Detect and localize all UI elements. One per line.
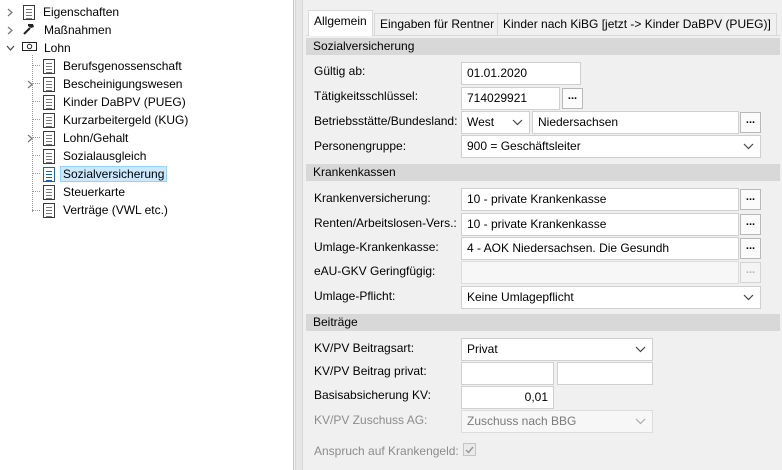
expand-chevron-icon[interactable] [4,21,16,39]
gueltig-ab-label: Gültig ab: [314,64,366,78]
tree-item-label: Verträge (VWL etc.) [63,203,168,217]
document-icon [43,148,55,164]
anspruch-krankengeld-checkbox [463,443,476,456]
expand-chevron-icon[interactable] [24,129,36,147]
kvpv-beitragsart-label: KV/PV Beitragsart: [314,341,415,355]
hammer-icon [22,22,36,38]
region-select-value: West [467,115,495,129]
kvpv-zuschuss-label: KV/PV Zuschuss AG: [314,413,428,427]
tree-item-massnahmen[interactable]: Maßnahmen [22,21,114,39]
taetigkeitsschluessel-input[interactable]: 714029921 [461,87,560,110]
bundesland-input[interactable]: Niedersachsen [532,111,739,134]
tree-item-label: Steuerkarte [63,185,126,199]
document-icon [43,166,55,182]
anspruch-krankengeld-label: Anspruch auf Krankengeld: [314,444,459,458]
tree-item-label: Berufsgenossenschaft [63,59,182,73]
money-icon [22,40,37,56]
checkmark-icon [465,446,474,454]
kvpv-beitragsart-select[interactable]: Privat [461,338,653,361]
umlage-pflicht-label: Umlage-Pflicht: [314,289,396,303]
section-header-krankenkassen: Krankenkassen [306,164,780,181]
tree-item-lohn[interactable]: Lohn [22,39,74,57]
tree-item-label: Kinder DaBPV (PUEG) [63,95,186,109]
tree-item-label: Lohn/Gehalt [63,131,129,145]
region-select[interactable]: West [461,111,530,134]
section-header-beitraege: Beiträge [306,314,780,331]
multi-document-icon [23,3,39,20]
krankenversicherung-lookup-button[interactable]: ... [740,189,761,210]
navigation-tree: Eigenschaften Maßnahmen Lohn Berufsgenos… [0,0,294,470]
tab-eingaben-rentner[interactable]: Eingaben für Rentner [374,13,501,35]
multi-document-icon [43,75,59,92]
kvpv-beitrag-privat-pv-input[interactable] [557,362,653,385]
umlage-krankenkasse-lookup-button[interactable]: ... [740,238,761,259]
section-header-sozialversicherung: Sozialversicherung [306,38,780,55]
bundesland-lookup-button[interactable]: ... [740,112,761,133]
eau-gkv-lookup-button: ... [740,262,761,283]
chevron-down-icon [743,136,754,157]
personengruppe-select-value: 900 = Geschäftsleiter [467,139,581,153]
expand-chevron-icon[interactable] [24,75,36,93]
gueltig-ab-input[interactable]: 01.01.2020 [461,62,581,85]
betriebsstaette-label: Betriebsstätte/Bundesland: [314,114,458,128]
umlage-krankenkasse-input[interactable]: 4 - AOK Niedersachsen. Die Gesundh [461,237,739,260]
kvpv-zuschuss-select-value: Zuschuss nach BBG [467,414,577,428]
tab-content-allgemein: Sozialversicherung Gültig ab: 01.01.2020… [306,35,780,467]
tree-item-lohn-gehalt[interactable]: Lohn/Gehalt [42,129,131,147]
tree-item-steuerkarte[interactable]: Steuerkarte [42,183,128,201]
tab-allgemein[interactable]: Allgemein [308,10,373,36]
detail-panel: Allgemein Eingaben für Rentner Kinder na… [304,0,782,470]
eau-gkv-input [461,261,739,284]
chevron-down-icon [512,112,523,133]
kvpv-beitragsart-select-value: Privat [467,342,498,356]
panel-splitter[interactable] [295,0,303,470]
kvpv-beitrag-privat-kv-input[interactable] [461,362,554,385]
personengruppe-select[interactable]: 900 = Geschäftsleiter [461,135,761,158]
tab-kinder-kibg[interactable]: Kinder nach KiBG [jetzt -> Kinder DaBPV … [497,13,777,35]
chevron-down-icon [743,287,754,308]
basisabsicherung-label: Basisabsicherung KV: [314,388,431,402]
document-icon [43,112,55,128]
umlage-pflicht-select[interactable]: Keine Umlagepflicht [461,286,761,309]
collapse-chevron-icon[interactable] [4,39,16,57]
tree-item-label: Kurzarbeitergeld (KUG) [63,113,189,127]
renten-arbeitslosen-label: Renten/Arbeitslosen-Vers.: [314,216,457,230]
document-icon [43,58,55,74]
document-icon [43,94,55,110]
personengruppe-label: Personengruppe: [314,139,407,153]
renten-arbeitslosen-lookup-button[interactable]: ... [740,214,761,235]
tree-item-label: Bescheinigungswesen [63,77,183,91]
tree-item-label: Maßnahmen [44,23,112,37]
umlage-pflicht-select-value: Keine Umlagepflicht [467,290,574,304]
document-icon [43,184,55,200]
tree-item-label: Sozialversicherung [60,166,168,182]
eau-gkv-label: eAU-GKV Geringfügig: [314,264,436,278]
taetigkeitsschluessel-label: Tätigkeitsschlüssel: [314,89,419,103]
chevron-down-icon [635,339,646,360]
tree-item-kurzarbeitergeld[interactable]: Kurzarbeitergeld (KUG) [42,111,191,129]
tree-item-vertraege[interactable]: Verträge (VWL etc.) [42,201,171,219]
tree-item-label: Eigenschaften [43,5,120,19]
tree-item-bescheinigungswesen[interactable]: Bescheinigungswesen [42,75,185,93]
basisabsicherung-input[interactable]: 0,01 [461,386,554,409]
tree-item-label: Sozialausgleich [63,149,147,163]
tree-item-label: Lohn [44,41,71,55]
kvpv-zuschuss-select: Zuschuss nach BBG [461,410,653,433]
tree-item-kinder-dabpv[interactable]: Kinder DaBPV (PUEG) [42,93,189,111]
document-icon [43,202,55,218]
renten-arbeitslosen-input[interactable]: 10 - private Krankenkasse [461,213,739,236]
tree-item-berufsgenossenschaft[interactable]: Berufsgenossenschaft [42,57,185,75]
chevron-down-icon [635,411,646,432]
tree-item-sozialversicherung[interactable]: Sozialversicherung [42,165,168,183]
tab-bar: Allgemein Eingaben für Rentner Kinder na… [304,10,782,36]
expand-chevron-icon[interactable] [4,3,16,21]
taetigkeitsschluessel-lookup-button[interactable]: ... [562,88,583,109]
kvpv-beitrag-privat-label: KV/PV Beitrag privat: [314,364,427,378]
multi-document-icon [43,129,59,146]
tree-item-eigenschaften[interactable]: Eigenschaften [22,3,122,21]
tree-item-sozialausgleich[interactable]: Sozialausgleich [42,147,149,165]
krankenversicherung-label: Krankenversicherung: [314,191,431,205]
krankenversicherung-input[interactable]: 10 - private Krankenkasse [461,188,739,211]
umlage-krankenkasse-label: Umlage-Krankenkasse: [314,240,439,254]
